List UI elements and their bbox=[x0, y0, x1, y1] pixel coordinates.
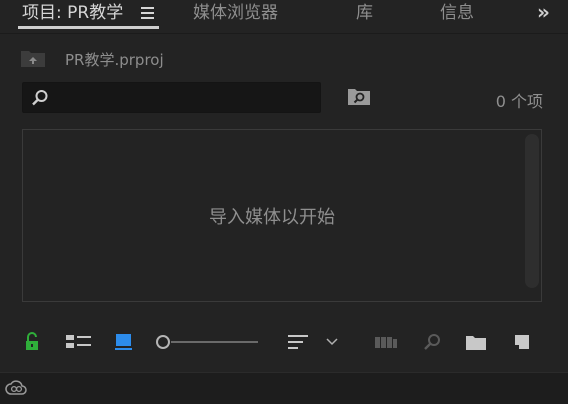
search-field[interactable] bbox=[22, 82, 321, 113]
folder-up-icon[interactable] bbox=[20, 48, 46, 68]
vertical-scrollbar[interactable] bbox=[525, 134, 539, 288]
search-input[interactable] bbox=[57, 86, 316, 110]
panel-menu-icon[interactable] bbox=[140, 4, 154, 22]
tab-library[interactable]: 库 bbox=[356, 2, 373, 28]
tab-info[interactable]: 信息 bbox=[440, 2, 474, 28]
creative-cloud-icon[interactable] bbox=[4, 379, 28, 397]
sort-dropdown-chevron-down-icon[interactable] bbox=[325, 331, 339, 353]
tab-project-label: 项目: PR教学 bbox=[22, 3, 124, 23]
tab-media-browser[interactable]: 媒体浏览器 bbox=[193, 2, 278, 28]
project-file-name: PR教学.prproj bbox=[65, 51, 164, 69]
search-icon bbox=[32, 90, 48, 106]
automate-sequence-icon[interactable] bbox=[375, 331, 399, 353]
status-bar bbox=[0, 372, 568, 404]
list-view-icon[interactable] bbox=[66, 331, 92, 353]
active-tab-indicator bbox=[18, 26, 159, 29]
new-item-icon[interactable] bbox=[512, 331, 532, 353]
lock-open-icon[interactable] bbox=[24, 331, 40, 353]
icon-view-icon[interactable] bbox=[115, 331, 133, 353]
panel-tab-bar: 项目: PR教学 媒体浏览器 库 信息 » bbox=[0, 0, 568, 34]
item-count: 0 个项 bbox=[495, 92, 543, 111]
new-bin-icon[interactable] bbox=[465, 331, 487, 353]
bottom-toolbar bbox=[0, 325, 568, 359]
bin-content-area[interactable]: 导入媒体以开始 bbox=[22, 129, 542, 302]
tab-divider bbox=[0, 33, 568, 34]
tab-project[interactable]: 项目: PR教学 bbox=[22, 2, 154, 28]
find-icon[interactable] bbox=[422, 331, 442, 353]
zoom-slider[interactable] bbox=[156, 335, 260, 349]
find-in-bin-icon[interactable] bbox=[347, 86, 371, 106]
zoom-slider-track[interactable] bbox=[171, 341, 258, 343]
more-tabs-chevron-icon[interactable]: » bbox=[537, 2, 550, 22]
zoom-slider-handle[interactable] bbox=[156, 335, 170, 349]
project-panel: 项目: PR教学 媒体浏览器 库 信息 » PR教学.prproj 0 个项 导… bbox=[0, 0, 568, 372]
import-media-hint: 导入媒体以开始 bbox=[209, 207, 335, 228]
sort-icon[interactable] bbox=[288, 331, 310, 353]
